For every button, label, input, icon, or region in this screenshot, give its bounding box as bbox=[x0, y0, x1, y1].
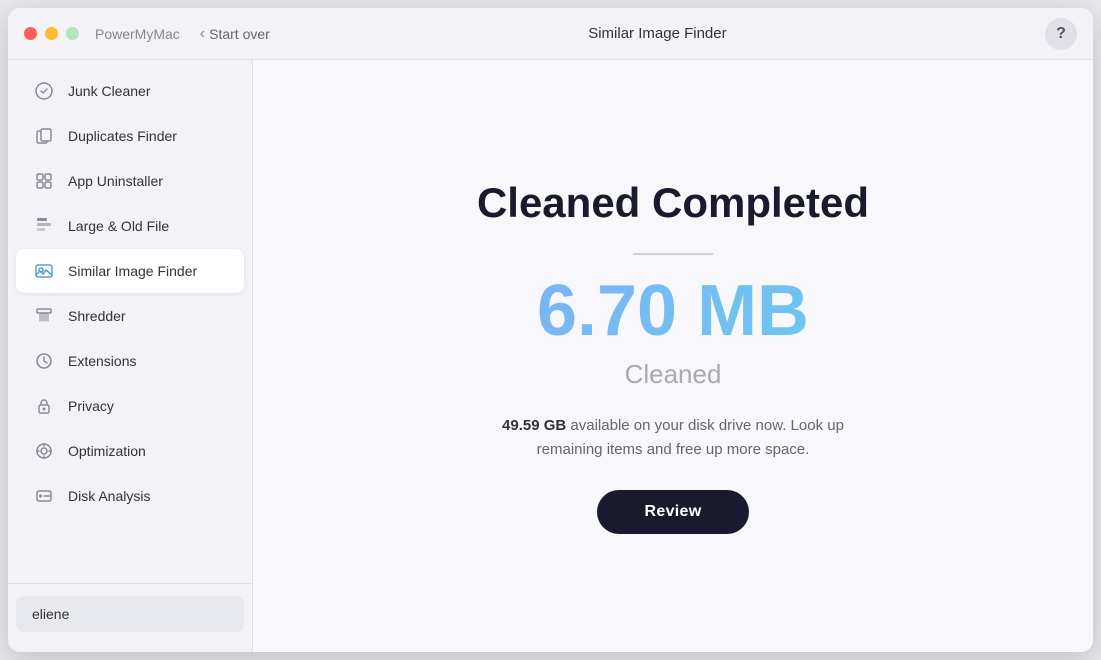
help-button[interactable]: ? bbox=[1045, 18, 1077, 50]
app-window: PowerMyMac ‹ Start over Similar Image Fi… bbox=[8, 8, 1093, 652]
sidebar-item-duplicates-finder-label: Duplicates Finder bbox=[68, 128, 177, 144]
cleaned-title: Cleaned Completed bbox=[477, 179, 869, 227]
sidebar-item-large-old-file[interactable]: Large & Old File bbox=[16, 204, 244, 248]
body: Junk Cleaner Duplicates Finder bbox=[8, 60, 1093, 652]
info-text: 49.59 GB available on your disk drive no… bbox=[493, 414, 853, 462]
shredder-icon bbox=[32, 304, 56, 328]
junk-cleaner-icon bbox=[32, 79, 56, 103]
minimize-button[interactable] bbox=[45, 27, 58, 40]
duplicates-finder-icon bbox=[32, 124, 56, 148]
sidebar-item-duplicates-finder[interactable]: Duplicates Finder bbox=[16, 114, 244, 158]
traffic-lights bbox=[24, 27, 79, 40]
sidebar-item-disk-analysis[interactable]: Disk Analysis bbox=[16, 474, 244, 518]
maximize-button bbox=[66, 27, 79, 40]
sidebar-item-extensions[interactable]: Extensions bbox=[16, 339, 244, 383]
start-over-button[interactable]: ‹ Start over bbox=[200, 25, 270, 43]
close-button[interactable] bbox=[24, 27, 37, 40]
chevron-left-icon: ‹ bbox=[200, 25, 205, 43]
sidebar-item-privacy-label: Privacy bbox=[68, 398, 114, 414]
large-old-file-icon bbox=[32, 214, 56, 238]
app-name: PowerMyMac bbox=[95, 26, 180, 42]
titlebar: PowerMyMac ‹ Start over Similar Image Fi… bbox=[8, 8, 1093, 60]
sidebar-item-shredder[interactable]: Shredder bbox=[16, 294, 244, 338]
divider bbox=[633, 253, 713, 255]
sidebar-item-privacy[interactable]: Privacy bbox=[16, 384, 244, 428]
main-content: Cleaned Completed 6.70 MB Cleaned 49.59 … bbox=[253, 60, 1093, 652]
optimization-icon bbox=[32, 439, 56, 463]
sidebar-item-optimization-label: Optimization bbox=[68, 443, 146, 459]
similar-image-finder-icon bbox=[32, 259, 56, 283]
sidebar-items: Junk Cleaner Duplicates Finder bbox=[8, 68, 252, 583]
cleaned-amount: 6.70 MB bbox=[537, 275, 809, 347]
sidebar-item-optimization[interactable]: Optimization bbox=[16, 429, 244, 473]
window-title: Similar Image Finder bbox=[270, 25, 1045, 42]
user-button[interactable]: eliene bbox=[16, 596, 244, 632]
start-over-label: Start over bbox=[209, 26, 270, 42]
sidebar-item-junk-cleaner[interactable]: Junk Cleaner bbox=[16, 69, 244, 113]
extensions-icon bbox=[32, 349, 56, 373]
review-button[interactable]: Review bbox=[597, 490, 750, 534]
sidebar: Junk Cleaner Duplicates Finder bbox=[8, 60, 253, 652]
info-text-content: available on your disk drive now. Look u… bbox=[537, 417, 844, 458]
privacy-icon bbox=[32, 394, 56, 418]
sidebar-item-similar-image-finder-label: Similar Image Finder bbox=[68, 263, 197, 279]
disk-space-amount: 49.59 GB bbox=[502, 417, 566, 434]
cleaned-label: Cleaned bbox=[625, 359, 722, 390]
sidebar-item-extensions-label: Extensions bbox=[68, 353, 136, 369]
sidebar-item-app-uninstaller[interactable]: App Uninstaller bbox=[16, 159, 244, 203]
sidebar-item-junk-cleaner-label: Junk Cleaner bbox=[68, 83, 151, 99]
sidebar-item-similar-image-finder[interactable]: Similar Image Finder bbox=[16, 249, 244, 293]
sidebar-item-app-uninstaller-label: App Uninstaller bbox=[68, 173, 163, 189]
sidebar-item-shredder-label: Shredder bbox=[68, 308, 126, 324]
sidebar-item-disk-analysis-label: Disk Analysis bbox=[68, 488, 150, 504]
sidebar-item-large-old-file-label: Large & Old File bbox=[68, 218, 169, 234]
result-card: Cleaned Completed 6.70 MB Cleaned 49.59 … bbox=[437, 139, 909, 574]
sidebar-footer: eliene bbox=[8, 583, 252, 644]
app-uninstaller-icon bbox=[32, 169, 56, 193]
disk-analysis-icon bbox=[32, 484, 56, 508]
